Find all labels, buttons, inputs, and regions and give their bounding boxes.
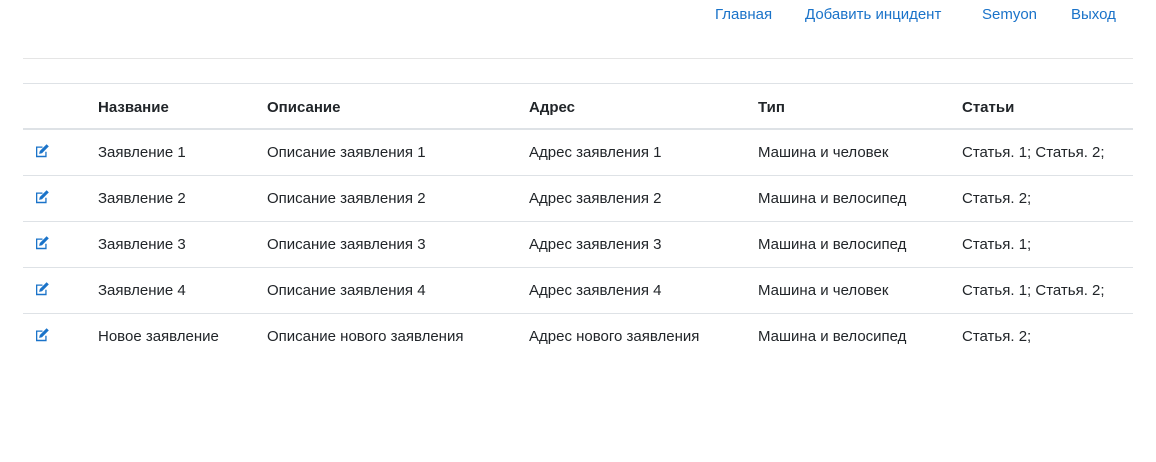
- cell-name: Заявление 2: [98, 190, 186, 207]
- cell-articles: Статья. 1; Статья. 2;: [962, 282, 1105, 299]
- edit-icon[interactable]: [34, 327, 50, 343]
- cell-name: Заявление 4: [98, 282, 186, 299]
- cell-name: Новое заявление: [98, 328, 219, 345]
- cell-address: Адрес нового заявления: [529, 328, 700, 345]
- cell-description: Описание заявления 1: [267, 144, 426, 161]
- cell-type: Машина и человек: [758, 282, 889, 299]
- cell-type: Машина и человек: [758, 144, 889, 161]
- divider: [23, 58, 1133, 59]
- nav-link-home[interactable]: Главная: [715, 6, 772, 23]
- cell-description: Описание заявления 2: [267, 190, 426, 207]
- cell-description: Описание заявления 3: [267, 236, 426, 253]
- header-name: Название: [98, 99, 169, 116]
- cell-type: Машина и велосипед: [758, 236, 907, 253]
- cell-address: Адрес заявления 4: [529, 282, 662, 299]
- table-row: Заявление 1 Описание заявления 1 Адрес з…: [23, 130, 1133, 176]
- header-address: Адрес: [529, 99, 576, 116]
- nav-link-logout[interactable]: Выход: [1071, 6, 1116, 23]
- cell-name: Заявление 1: [98, 144, 186, 161]
- cell-articles: Статья. 1;: [962, 236, 1032, 253]
- cell-description: Описание заявления 4: [267, 282, 426, 299]
- nav-link-add-incident[interactable]: Добавить инцидент: [805, 6, 941, 23]
- edit-icon[interactable]: [34, 189, 50, 205]
- cell-articles: Статья. 2;: [962, 190, 1032, 207]
- cell-type: Машина и велосипед: [758, 328, 907, 345]
- table-header: Название Описание Адрес Тип Статьи: [23, 84, 1133, 130]
- cell-articles: Статья. 1; Статья. 2;: [962, 144, 1105, 161]
- table-row: Новое заявление Описание нового заявлени…: [23, 314, 1133, 360]
- cell-type: Машина и велосипед: [758, 190, 907, 207]
- top-navigation: Главная Добавить инцидент Semyon Выход: [0, 0, 1156, 32]
- table-row: Заявление 3 Описание заявления 3 Адрес з…: [23, 222, 1133, 268]
- cell-address: Адрес заявления 3: [529, 236, 662, 253]
- table-row: Заявление 4 Описание заявления 4 Адрес з…: [23, 268, 1133, 314]
- edit-icon[interactable]: [34, 281, 50, 297]
- edit-icon[interactable]: [34, 235, 50, 251]
- header-type: Тип: [758, 99, 785, 116]
- nav-link-user[interactable]: Semyon: [982, 6, 1037, 23]
- cell-name: Заявление 3: [98, 236, 186, 253]
- edit-icon[interactable]: [34, 143, 50, 159]
- cell-description: Описание нового заявления: [267, 328, 464, 345]
- header-description: Описание: [267, 99, 341, 116]
- cell-articles: Статья. 2;: [962, 328, 1032, 345]
- cell-address: Адрес заявления 2: [529, 190, 662, 207]
- table-row: Заявление 2 Описание заявления 2 Адрес з…: [23, 176, 1133, 222]
- cell-address: Адрес заявления 1: [529, 144, 662, 161]
- incidents-table: Название Описание Адрес Тип Статьи Заявл…: [23, 83, 1133, 360]
- header-articles: Статьи: [962, 99, 1015, 116]
